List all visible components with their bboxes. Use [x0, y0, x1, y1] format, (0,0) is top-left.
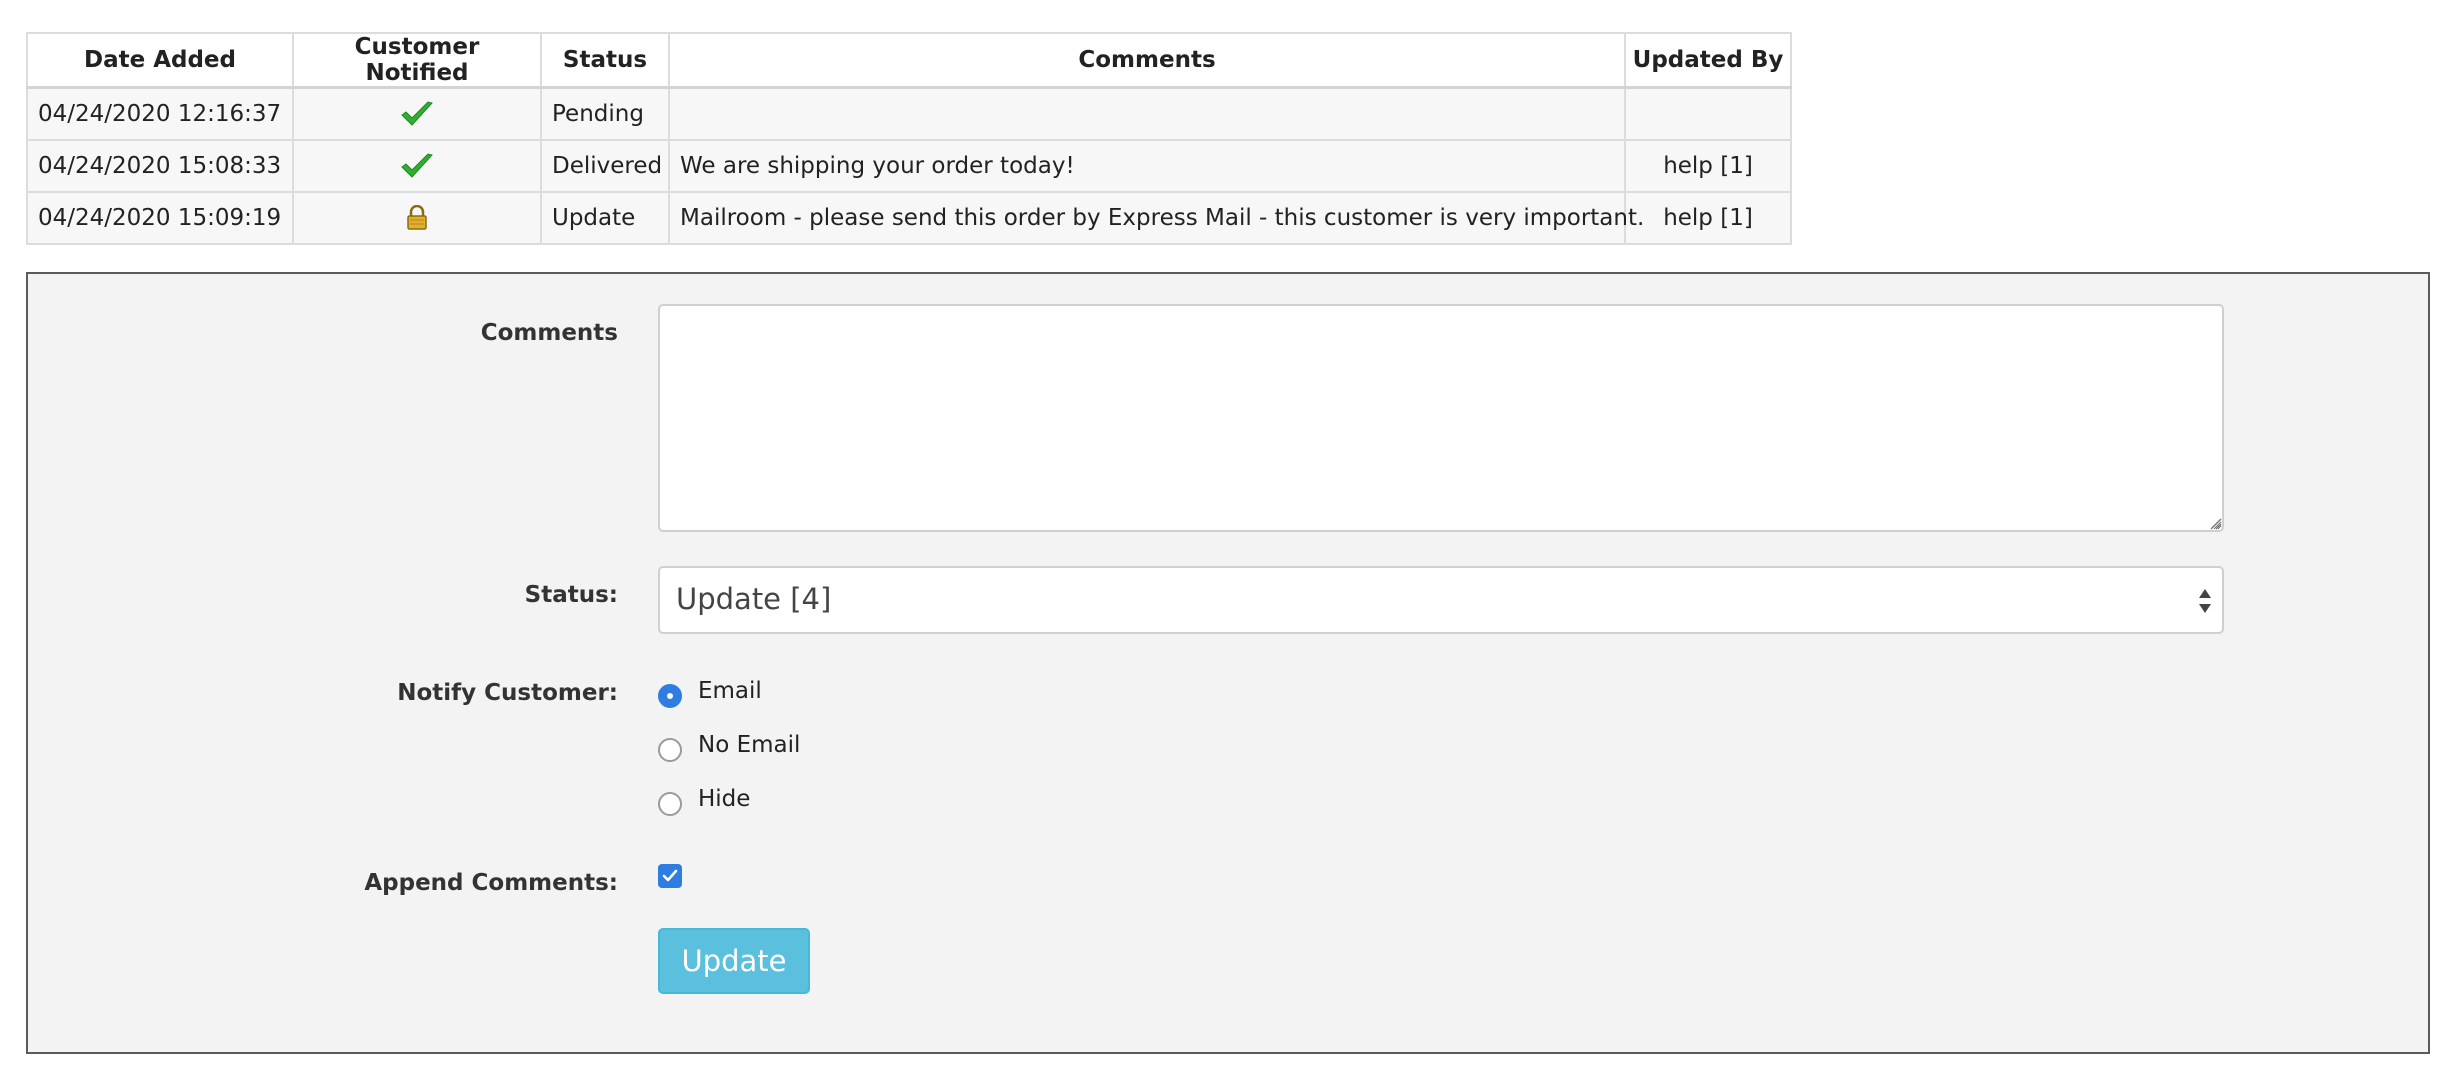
radio-no-email[interactable]	[658, 738, 682, 762]
cell-date: 04/24/2020 12:16:37	[26, 86, 294, 141]
table-row: 04/24/2020 12:16:37 Pending	[26, 86, 1792, 141]
header-comments: Comments	[668, 32, 1626, 89]
cell-status: Update	[540, 191, 670, 245]
cell-notified	[292, 139, 542, 193]
cell-updated-by: help [1]	[1624, 139, 1792, 193]
cell-notified	[292, 191, 542, 245]
table-row: 04/24/2020 15:09:19 Update Mailroom - pl…	[26, 191, 1792, 245]
cell-updated-by: help [1]	[1624, 191, 1792, 245]
cell-comment: Mailroom - please send this order by Exp…	[668, 191, 1644, 245]
select-arrows-icon	[2199, 589, 2211, 613]
table-row: 04/24/2020 15:08:33 Delivered We are shi…	[26, 139, 1792, 193]
status-select[interactable]: Update [4]	[658, 566, 2224, 634]
cell-status: Pending	[540, 86, 670, 141]
table-header-row: Date Added Customer Notified Status Comm…	[26, 32, 1792, 89]
radio-email[interactable]	[658, 684, 682, 708]
checkmark-icon	[662, 869, 678, 882]
header-customer-notified: Customer Notified	[292, 32, 542, 89]
cell-notified	[292, 86, 542, 141]
cell-comment: We are shipping your order today!	[668, 139, 1626, 193]
radio-hide-label[interactable]: Hide	[698, 786, 750, 812]
cell-status: Delivered	[540, 139, 670, 193]
check-icon	[401, 153, 433, 178]
cell-updated-by	[1624, 86, 1792, 141]
radio-no-email-label[interactable]: No Email	[698, 732, 800, 758]
header-status: Status	[540, 32, 670, 89]
radio-hide[interactable]	[658, 792, 682, 816]
notify-customer-label: Notify Customer:	[397, 680, 618, 706]
radio-email-label[interactable]: Email	[698, 678, 762, 704]
update-button[interactable]: Update	[658, 928, 810, 994]
status-label: Status:	[524, 582, 618, 608]
header-date-added: Date Added	[26, 32, 294, 89]
header-updated-by: Updated By	[1624, 32, 1792, 89]
cell-date: 04/24/2020 15:09:19	[26, 191, 294, 245]
status-selected-value: Update [4]	[676, 582, 832, 616]
order-history-table: Date Added Customer Notified Status Comm…	[26, 32, 1792, 245]
check-icon	[401, 101, 433, 126]
append-comments-label: Append Comments:	[364, 870, 618, 896]
comments-label: Comments	[480, 320, 618, 346]
status-update-form: Comments Status: Update [4] Notify Custo…	[26, 272, 2430, 1054]
lock-icon	[407, 205, 427, 230]
cell-date: 04/24/2020 15:08:33	[26, 139, 294, 193]
comments-textarea[interactable]	[658, 304, 2224, 532]
cell-comment	[668, 86, 1626, 141]
append-comments-checkbox[interactable]	[658, 864, 682, 888]
